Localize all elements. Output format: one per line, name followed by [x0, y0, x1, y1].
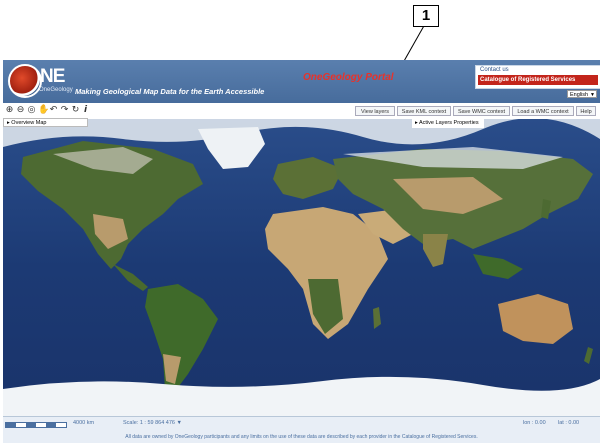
onegeology-logo[interactable]: NE OneGeology: [8, 64, 73, 100]
scale-distance: 4000 km: [73, 420, 95, 426]
tagline: Making Geological Map Data for the Earth…: [75, 87, 265, 96]
logo-text: NE: [40, 66, 65, 87]
refresh-icon[interactable]: ↻: [71, 106, 80, 115]
pan-hand-icon[interactable]: ✋: [38, 106, 49, 115]
view-layers-button[interactable]: View layers: [355, 106, 395, 116]
next-view-icon[interactable]: ↷: [60, 106, 69, 115]
header-links: Contact us Catalogue of Registered Servi…: [475, 65, 600, 89]
save-wmc-context-button[interactable]: Save WMC context: [453, 106, 510, 116]
info-icon[interactable]: i: [81, 106, 90, 115]
globe-icon[interactable]: ◎: [27, 106, 36, 115]
active-layers-properties-toggle[interactable]: ▸ Active Layers Properties: [412, 119, 484, 128]
active-layers-label: Active Layers Properties: [419, 120, 479, 126]
portal-title: OneGeology Portal: [303, 72, 394, 83]
zoom-in-icon[interactable]: ⊕: [5, 106, 14, 115]
overview-map-toggle[interactable]: ▸ Overview Map: [3, 118, 88, 127]
callout-number: 1: [413, 5, 439, 27]
help-button[interactable]: Help: [576, 106, 596, 116]
zoom-out-icon[interactable]: ⊖: [16, 106, 25, 115]
world-map[interactable]: [3, 118, 600, 416]
world-map-imagery: [3, 118, 600, 416]
longitude-readout: lon : 0.00: [523, 420, 546, 426]
language-value: English: [570, 92, 589, 98]
latitude-readout: lat : 0.00: [558, 420, 580, 426]
previous-view-icon[interactable]: ↶: [49, 106, 58, 115]
chevron-down-icon: ▼: [176, 420, 182, 426]
language-select[interactable]: English ▼: [567, 90, 597, 98]
overview-map-label: Overview Map: [11, 120, 47, 126]
scale-ratio[interactable]: Scale: 1 : 59 864 476 ▼: [123, 420, 182, 426]
save-kml-context-button[interactable]: Save KML context: [397, 106, 451, 116]
logo-emblem-icon: [8, 64, 42, 98]
load-wmc-context-button[interactable]: Load a WMC context: [512, 106, 574, 116]
catalogue-link[interactable]: Catalogue of Registered Services: [478, 75, 598, 85]
status-bar: 4000 km Scale: 1 : 59 864 476 ▼ lon : 0.…: [3, 416, 600, 432]
map-toolbar: ⊕ ⊖ ◎ ✋ ↶ ↷ ↻ i View layers Save KML con…: [3, 103, 600, 119]
scale-bar: [5, 422, 67, 428]
portal-header: NE OneGeology Making Geological Map Data…: [3, 60, 600, 103]
contact-us-link[interactable]: Contact us: [480, 67, 509, 73]
footer-disclaimer: All data are owned by OneGeology partici…: [3, 432, 600, 443]
chevron-down-icon: ▼: [590, 92, 595, 98]
scale-label: Scale: 1 : 59 864 476: [123, 420, 175, 426]
logo-subtext: OneGeology: [39, 87, 73, 93]
